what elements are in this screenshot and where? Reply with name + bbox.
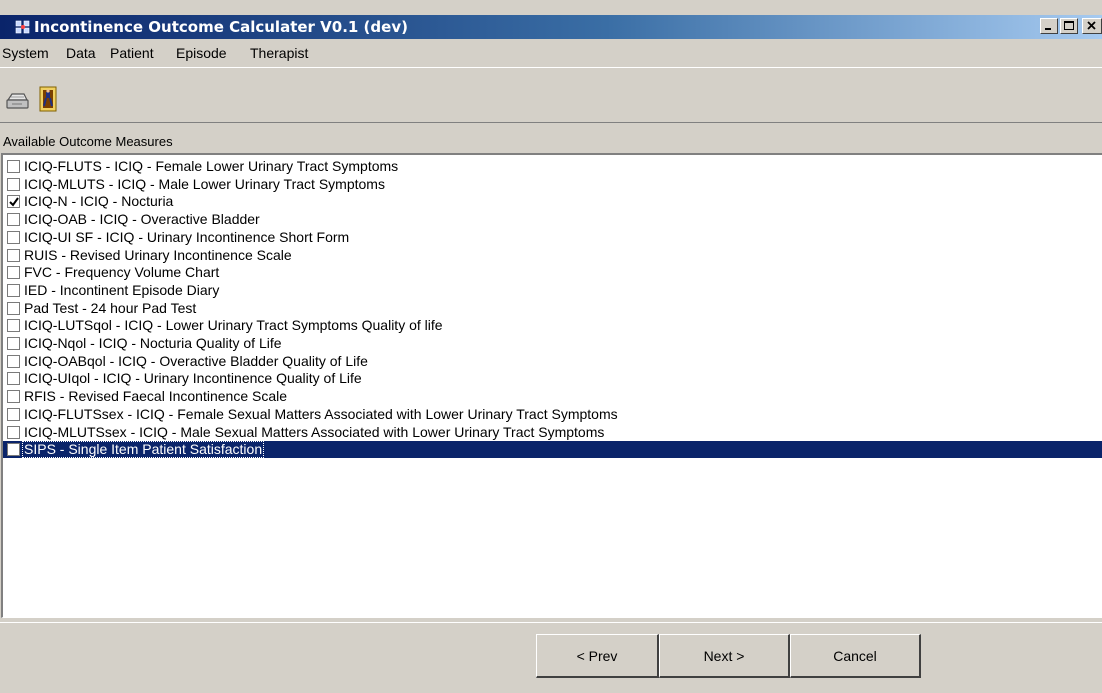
menu-system[interactable]: System xyxy=(2,44,49,62)
measure-row[interactable]: FVC - Frequency Volume Chart xyxy=(3,264,1102,281)
checkbox[interactable] xyxy=(7,319,20,333)
measure-row[interactable]: ICIQ-FLUTSsex - ICIQ - Female Sexual Mat… xyxy=(3,406,1102,423)
checkbox[interactable] xyxy=(7,354,20,368)
outcome-measures-list[interactable]: ICIQ-FLUTS - ICIQ - Female Lower Urinary… xyxy=(1,153,1102,618)
application-window: Incontinence Outcome Calculater V0.1 (de… xyxy=(0,0,1102,693)
measure-label: ICIQ-UI SF - ICIQ - Urinary Incontinence… xyxy=(24,228,350,245)
measure-label: ICIQ-FLUTS - ICIQ - Female Lower Urinary… xyxy=(24,158,399,174)
measure-row[interactable]: ICIQ-MLUTSsex - ICIQ - Male Sexual Matte… xyxy=(3,424,1102,441)
measure-row[interactable]: SIPS - Single Item Patient Satisfaction xyxy=(3,441,1102,459)
measure-row[interactable]: ICIQ-UI SF - ICIQ - Urinary Incontinence… xyxy=(3,229,1102,246)
checkbox-checked[interactable] xyxy=(7,195,20,209)
cancel-button[interactable]: Cancel xyxy=(790,634,921,678)
menu-data[interactable]: Data xyxy=(66,44,96,62)
measure-row[interactable]: IED - Incontinent Episode Diary xyxy=(3,282,1102,299)
measure-row[interactable]: ICIQ-LUTSqol - ICIQ - Lower Urinary Trac… xyxy=(3,317,1102,334)
checkbox[interactable] xyxy=(7,266,20,280)
menu-patient[interactable]: Patient xyxy=(110,44,154,62)
prev-button[interactable]: < Prev xyxy=(536,634,659,678)
measure-row[interactable]: ICIQ-Nqol - ICIQ - Nocturia Quality of L… xyxy=(3,335,1102,352)
measure-row[interactable]: ICIQ-MLUTS - ICIQ - Male Lower Urinary T… xyxy=(3,176,1102,193)
exit-door-icon[interactable] xyxy=(34,84,64,116)
measure-label: RFIS - Revised Faecal Incontinence Scale xyxy=(24,388,288,405)
checkbox[interactable] xyxy=(7,230,20,244)
measure-label: ICIQ-OAB - ICIQ - Overactive Bladder xyxy=(24,211,260,228)
footer-bar: < Prev Next > Cancel xyxy=(0,622,1102,693)
measure-label: ICIQ-N - ICIQ - Nocturia xyxy=(24,193,174,210)
next-button[interactable]: Next > xyxy=(659,634,790,678)
checkbox[interactable] xyxy=(7,443,20,457)
checkbox[interactable] xyxy=(7,160,20,173)
measure-label: ICIQ-FLUTSsex - ICIQ - Female Sexual Mat… xyxy=(24,405,618,422)
measure-row[interactable]: ICIQ-OAB - ICIQ - Overactive Bladder xyxy=(3,211,1102,228)
measure-row[interactable]: ICIQ-N - ICIQ - Nocturia xyxy=(3,193,1102,210)
checkbox[interactable] xyxy=(7,213,20,227)
window-title: Incontinence Outcome Calculater V0.1 (de… xyxy=(34,18,408,36)
checkbox[interactable] xyxy=(7,337,20,350)
measure-label: ICIQ-UIqol - ICIQ - Urinary Incontinence… xyxy=(24,370,362,387)
measure-row[interactable]: RFIS - Revised Faecal Incontinence Scale xyxy=(3,388,1102,405)
menu-episode[interactable]: Episode xyxy=(176,44,227,62)
checkbox[interactable] xyxy=(7,372,20,386)
checkbox[interactable] xyxy=(7,390,20,404)
checkbox[interactable] xyxy=(7,283,20,297)
measure-row[interactable]: Pad Test - 24 hour Pad Test xyxy=(3,300,1102,317)
measure-label: ICIQ-LUTSqol - ICIQ - Lower Urinary Trac… xyxy=(24,317,443,334)
measure-label: FVC - Frequency Volume Chart xyxy=(24,264,220,281)
measure-label: Pad Test - 24 hour Pad Test xyxy=(24,299,197,316)
checkbox[interactable] xyxy=(7,301,20,315)
measure-label: SIPS - Single Item Patient Satisfaction xyxy=(22,441,265,459)
toolbar xyxy=(0,67,1102,123)
menu-therapist[interactable]: Therapist xyxy=(250,44,308,62)
outcome-measures-label: Available Outcome Measures xyxy=(3,134,173,149)
maximize-button[interactable] xyxy=(1060,18,1078,34)
checkbox[interactable] xyxy=(7,425,20,439)
measure-row[interactable]: RUIS - Revised Urinary Incontinence Scal… xyxy=(3,247,1102,264)
measure-label: IED - Incontinent Episode Diary xyxy=(24,281,220,298)
checkbox[interactable] xyxy=(7,248,20,262)
menu-bar: System Data Patient Episode Therapist xyxy=(0,40,1102,66)
measure-label: ICIQ-MLUTSsex - ICIQ - Male Sexual Matte… xyxy=(24,423,605,440)
checkbox[interactable] xyxy=(7,407,20,421)
printer-icon[interactable] xyxy=(2,84,32,116)
checkbox[interactable] xyxy=(7,177,20,191)
measure-label: ICIQ-OABqol - ICIQ - Overactive Bladder … xyxy=(24,352,368,369)
measure-row[interactable]: ICIQ-FLUTS - ICIQ - Female Lower Urinary… xyxy=(3,158,1102,175)
measure-row[interactable]: ICIQ-UIqol - ICIQ - Urinary Incontinence… xyxy=(3,370,1102,387)
measure-row[interactable]: ICIQ-OABqol - ICIQ - Overactive Bladder … xyxy=(3,353,1102,370)
measure-label: ICIQ-Nqol - ICIQ - Nocturia Quality of L… xyxy=(24,335,282,351)
close-button[interactable] xyxy=(1082,18,1102,34)
measure-label: ICIQ-MLUTS - ICIQ - Male Lower Urinary T… xyxy=(24,175,385,192)
title-bar[interactable]: Incontinence Outcome Calculater V0.1 (de… xyxy=(0,15,1102,39)
measure-label: RUIS - Revised Urinary Incontinence Scal… xyxy=(24,246,292,263)
minimize-button[interactable] xyxy=(1040,18,1058,34)
app-icon xyxy=(15,19,31,35)
